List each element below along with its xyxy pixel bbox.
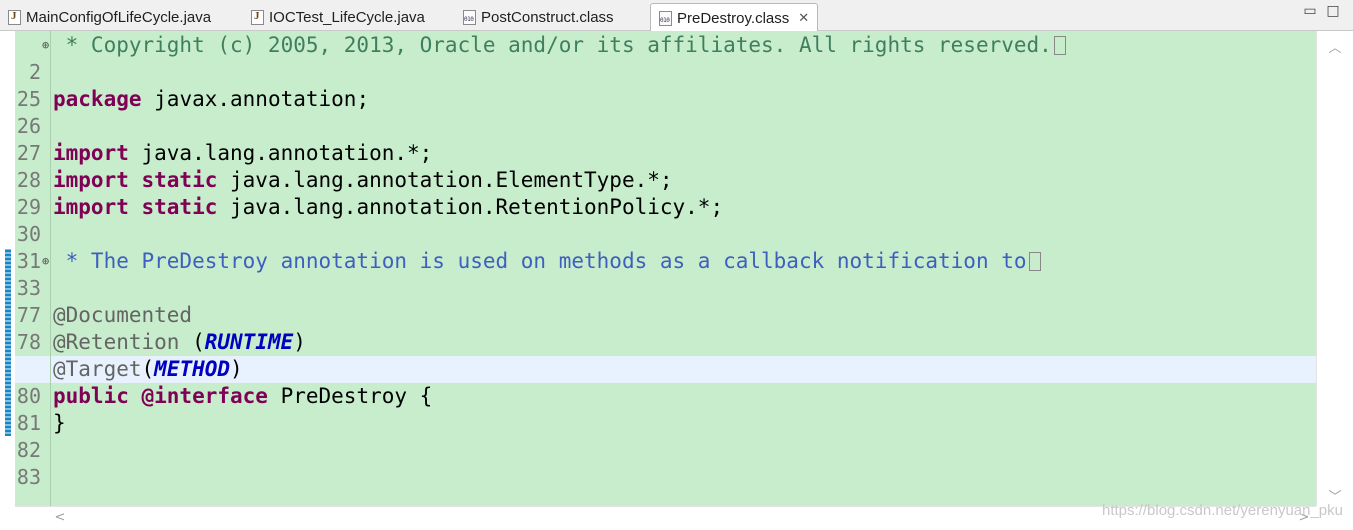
code-line-80: 80 @Target(METHOD) <box>15 356 1316 408</box>
code-line-2: 2 ⊕ * Copyright (c) 2005, 2013, Oracle a… <box>15 32 1316 84</box>
code-line-83: 83 <box>15 437 1316 489</box>
annotation: @Target <box>53 357 142 381</box>
interface-declaration: PreDestroy { <box>267 384 433 408</box>
vertical-scrollbar[interactable]: ︿ ﹀ <box>1316 31 1353 506</box>
enum-constant: METHOD <box>154 357 231 381</box>
minimize-icon[interactable]: ▭ <box>1302 3 1318 19</box>
closing-brace: } <box>53 411 66 435</box>
keyword: import <box>53 141 129 165</box>
code-line-79: 79 @Retention (RUNTIME) <box>15 329 1316 381</box>
tab-postconstruct[interactable]: PostConstruct.class <box>455 3 650 31</box>
java-file-icon <box>8 9 21 25</box>
package-name: javax.annotation; <box>141 87 370 111</box>
keyword: static <box>128 168 218 192</box>
keyword: static <box>128 195 218 219</box>
tab-ioctest-lifecycle[interactable]: IOCTest_LifeCycle.java <box>243 3 455 31</box>
paren-open: ( <box>141 357 155 381</box>
tab-predestroy[interactable]: PreDestroy.class ✕ <box>650 3 818 32</box>
import-path: java.lang.annotation.*; <box>128 141 433 165</box>
code-editor[interactable]: 2 ⊕ * Copyright (c) 2005, 2013, Oracle a… <box>0 31 1353 530</box>
code-line-30: 30 import static java.lang.annotation.Re… <box>15 194 1316 246</box>
tab-mainconfigoflifecycle[interactable]: MainConfigOfLifeCycle.java <box>0 3 243 31</box>
copyright-comment: * Copyright (c) 2005, 2013, Oracle and/o… <box>53 33 1052 57</box>
code-line-77: 77 <box>15 275 1316 327</box>
scroll-up-icon[interactable]: ︿ <box>1325 37 1345 56</box>
java-file-icon <box>251 9 264 25</box>
close-tab-icon[interactable]: ✕ <box>798 10 809 26</box>
line-number: 83 <box>16 465 41 489</box>
folded-region-icon[interactable] <box>1053 36 1066 55</box>
gutter-separator <box>50 31 51 506</box>
code-line-26: 26 package javax.annotation; <box>15 86 1316 138</box>
code-line-25: 25 <box>15 59 1316 111</box>
tab-label: MainConfigOfLifeCycle.java <box>26 8 212 26</box>
class-file-icon <box>463 9 476 25</box>
class-file-icon <box>659 10 672 26</box>
code-line-31: 31 <box>15 221 1316 273</box>
keyword: import <box>53 168 129 192</box>
paren-open: ( <box>179 330 205 354</box>
import-path: java.lang.annotation.RetentionPolicy.*; <box>217 195 724 219</box>
editor-tab-bar: MainConfigOfLifeCycle.java IOCTest_LifeC… <box>0 0 1353 32</box>
annotation: @Documented <box>53 303 193 327</box>
keyword: package <box>53 87 142 111</box>
javadoc-comment: * The PreDestroy annotation is used on m… <box>53 249 1027 273</box>
keyword: @interface <box>128 384 268 408</box>
paren-close: ) <box>293 330 306 354</box>
code-line-78: 78 @Documented <box>15 302 1316 354</box>
code-line-82: 82 } <box>15 410 1316 462</box>
import-path: java.lang.annotation.ElementType.*; <box>217 168 673 192</box>
paren-close: ) <box>230 357 243 381</box>
tab-label: PostConstruct.class <box>481 8 614 26</box>
scroll-left-icon[interactable]: < <box>53 510 67 525</box>
folded-region-icon[interactable] <box>1028 252 1041 271</box>
tab-label: IOCTest_LifeCycle.java <box>269 8 425 26</box>
quick-diff-bar <box>5 249 11 436</box>
code-line-28: 28 import java.lang.annotation.*; <box>15 140 1316 192</box>
code-line-27: 27 <box>15 113 1316 165</box>
keyword: public <box>53 384 129 408</box>
code-line-33: 33 ⊕ * The PreDestroy annotation is used… <box>15 248 1316 300</box>
enum-constant: RUNTIME <box>204 330 294 354</box>
code-line-81: 81 public @interface PreDestroy { <box>15 383 1316 435</box>
tab-label: PreDestroy.class <box>677 9 790 27</box>
keyword: import <box>53 195 129 219</box>
watermark: https://blog.csdn.net/yerenyuan_pku <box>1102 502 1343 519</box>
code-line-29: 29 import static java.lang.annotation.El… <box>15 167 1316 219</box>
maximize-icon[interactable]: □ <box>1325 3 1341 19</box>
annotation: @Retention <box>53 330 180 354</box>
